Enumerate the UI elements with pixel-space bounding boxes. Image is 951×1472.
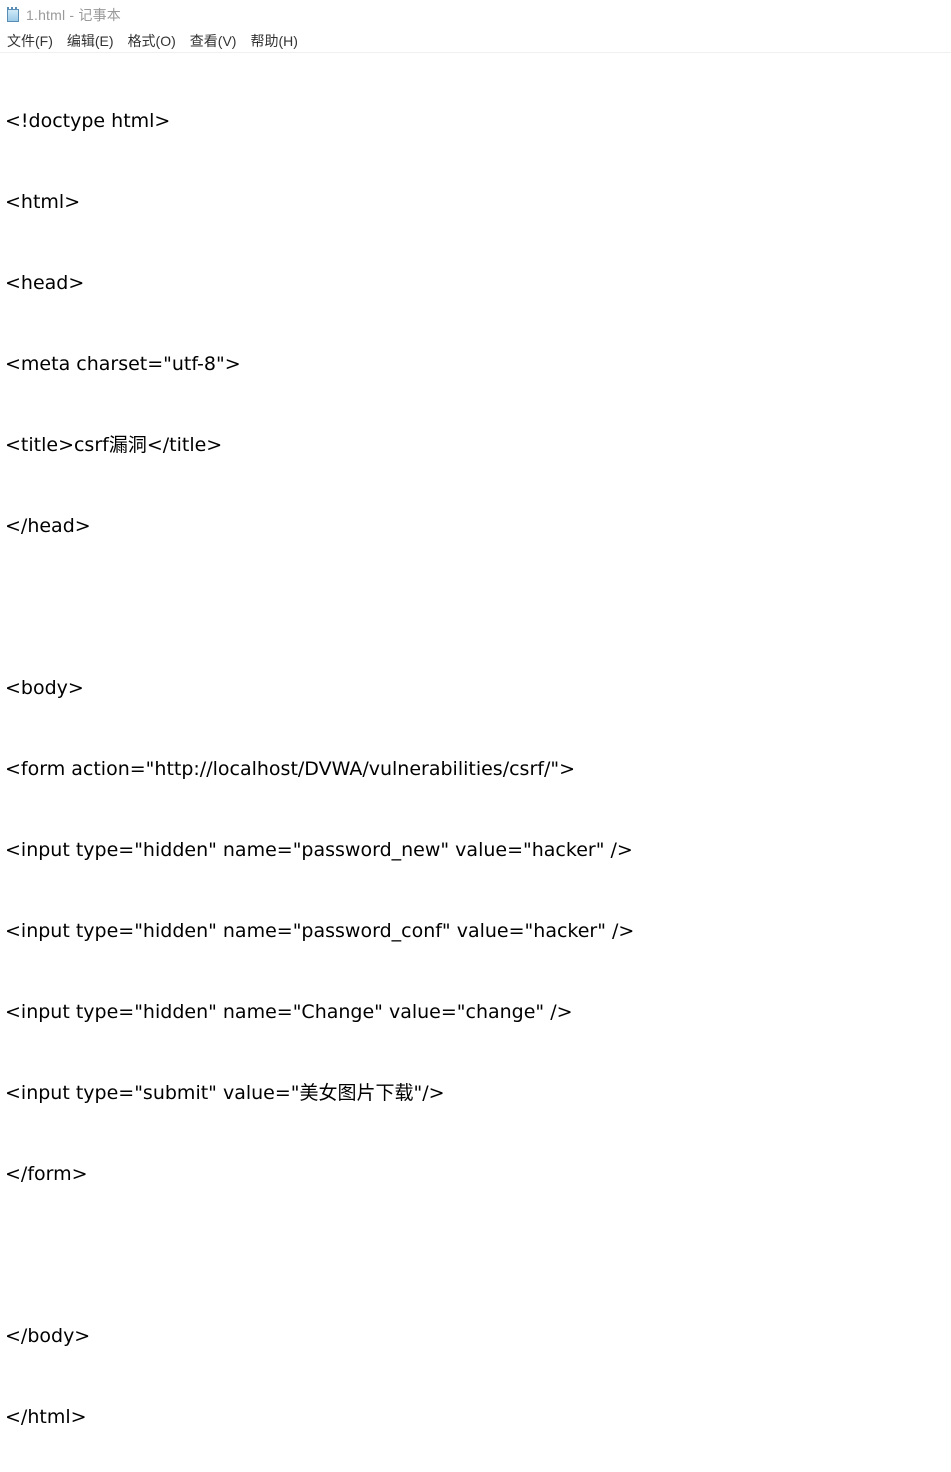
- notepad-icon: [6, 7, 20, 23]
- code-line: <body>: [5, 677, 84, 699]
- code-line: </head>: [5, 515, 91, 537]
- code-line: <input type="hidden" name="Change" value…: [5, 1001, 573, 1023]
- code-line: </html>: [5, 1406, 87, 1428]
- code-line: <form action="http://localhost/DVWA/vuln…: [5, 758, 576, 780]
- title-bar: 1.html - 记事本: [0, 0, 951, 30]
- menu-file[interactable]: 文件(F): [0, 30, 60, 52]
- code-line: </form>: [5, 1163, 88, 1185]
- menu-edit[interactable]: 编辑(E): [60, 30, 121, 52]
- code-line: <!doctype html>: [5, 110, 171, 132]
- window-title: 1.html - 记事本: [26, 7, 121, 23]
- menu-format[interactable]: 格式(O): [121, 30, 183, 52]
- code-line: </body>: [5, 1325, 91, 1347]
- text-editor-area[interactable]: <!doctype html> <html> <head> <meta char…: [0, 54, 951, 1428]
- menu-view[interactable]: 查看(V): [183, 30, 244, 52]
- code-line: <input type="hidden" name="password_conf…: [5, 920, 635, 942]
- menu-bar: 文件(F) 编辑(E) 格式(O) 查看(V) 帮助(H): [0, 30, 951, 53]
- code-line: <head>: [5, 272, 85, 294]
- menu-help[interactable]: 帮助(H): [243, 30, 304, 52]
- code-line: <meta charset="utf-8">: [5, 353, 241, 375]
- code-line: <title>csrf漏洞</title>: [5, 434, 223, 456]
- code-line: <input type="submit" value="美女图片下载"/>: [5, 1082, 445, 1104]
- code-text: <!doctype html> <html> <head> <meta char…: [0, 54, 951, 1472]
- code-line: <html>: [5, 191, 81, 213]
- code-line: <input type="hidden" name="password_new"…: [5, 839, 633, 861]
